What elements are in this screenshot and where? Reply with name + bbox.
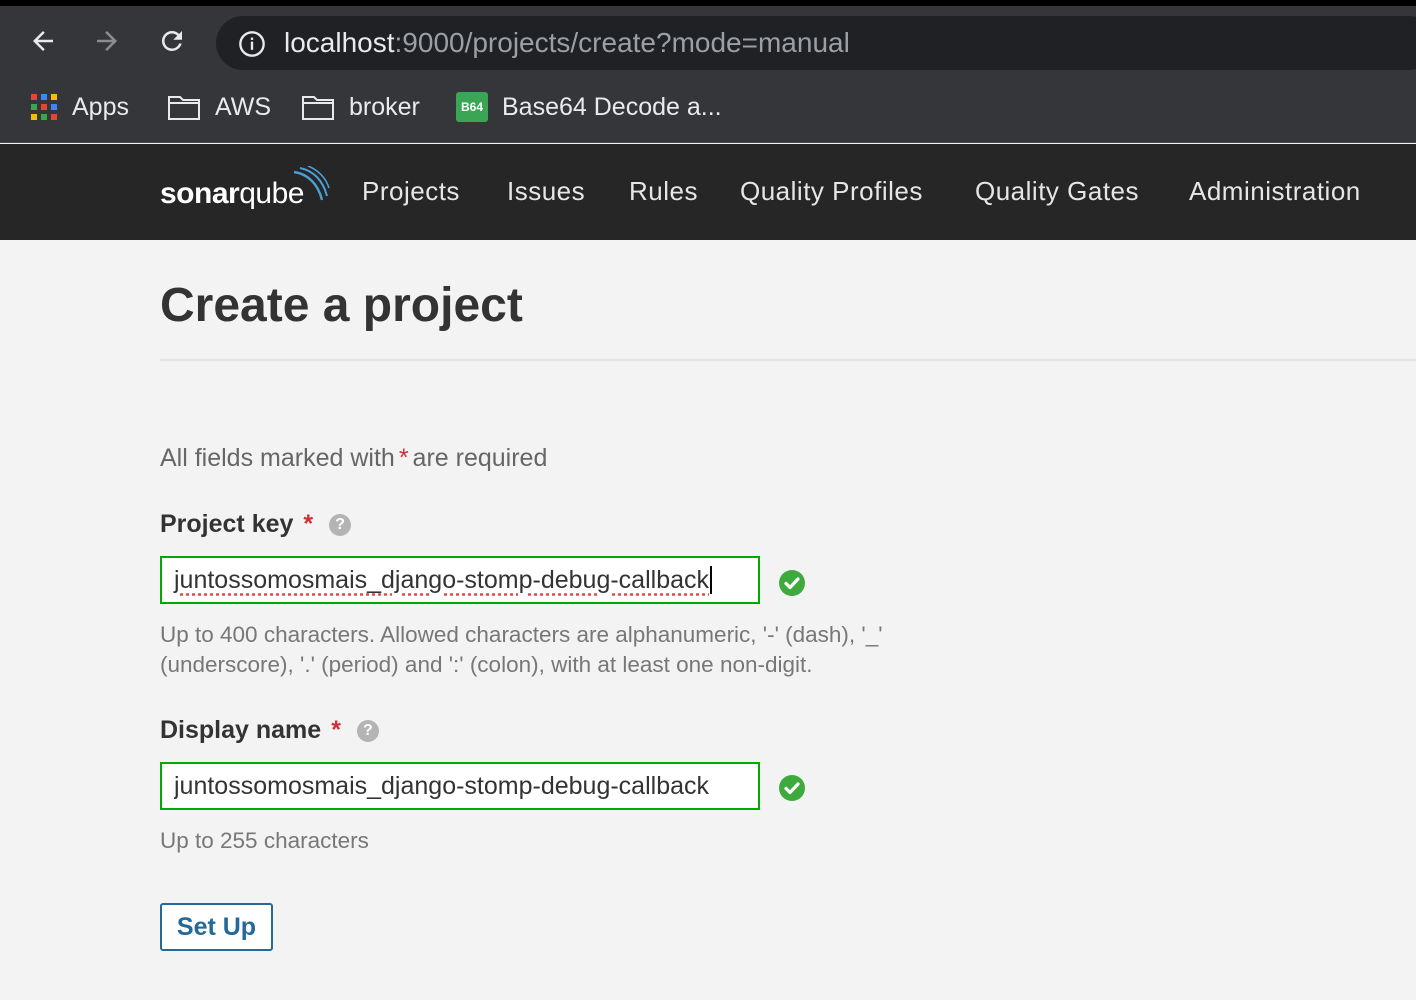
nav-rules[interactable]: Rules [629, 176, 698, 207]
display-name-input[interactable] [160, 762, 760, 810]
url-text: localhost:9000/projects/create?mode=manu… [284, 28, 850, 58]
bookmark-label: Apps [72, 92, 129, 121]
help-icon[interactable]: ? [329, 513, 352, 536]
bookmark-label: Base64 Decode a... [502, 92, 722, 121]
b64-icon: B64 [456, 92, 488, 122]
project-key-label: Project key * ? [160, 510, 352, 539]
forward-button[interactable] [90, 24, 124, 58]
nav-issues[interactable]: Issues [507, 176, 585, 207]
sonarqube-logo[interactable]: sonarqube [160, 166, 330, 212]
back-button[interactable] [26, 24, 60, 58]
apps-grid-icon [30, 93, 58, 121]
page-title: Create a project [160, 279, 523, 332]
sonarqube-navbar: sonarqube Projects Issues Rules Quality … [0, 144, 1416, 240]
bookmark-broker[interactable]: broker [301, 90, 420, 124]
nav-projects[interactable]: Projects [362, 176, 460, 207]
reload-icon [161, 30, 182, 51]
project-key-value: juntossomosmais_django-stomp-debug-callb… [174, 565, 709, 594]
address-bar[interactable]: localhost:9000/projects/create?mode=manu… [216, 16, 1416, 70]
bookmark-apps[interactable]: Apps [30, 90, 129, 124]
required-star: * [303, 510, 314, 538]
title-divider [160, 359, 1416, 361]
valid-check-icon [779, 775, 805, 801]
nav-quality-gates[interactable]: Quality Gates [975, 176, 1139, 207]
bookmark-aws[interactable]: AWS [167, 90, 271, 124]
bookmark-label: AWS [215, 92, 272, 121]
logo-text-bold: sonar [160, 177, 240, 210]
reload-button[interactable] [155, 24, 189, 58]
project-key-input[interactable]: juntossomosmais_django-stomp-debug-callb… [160, 556, 760, 604]
bookmarks-bar: Apps AWS broker B64 Base64 Decode a... [0, 76, 1416, 143]
project-key-hint: Up to 400 characters. Allowed characters… [160, 622, 883, 677]
sonar-waves-icon [293, 166, 330, 201]
arrow-right-icon [97, 31, 117, 51]
nav-quality-profiles[interactable]: Quality Profiles [740, 176, 923, 207]
url-path: :9000/projects/create?mode=manual [394, 27, 850, 58]
help-icon[interactable]: ? [356, 719, 379, 742]
required-star: * [398, 444, 409, 472]
text-cursor [710, 566, 712, 594]
project-key-label-text: Project key [160, 510, 294, 538]
set-up-button[interactable]: Set Up [160, 903, 273, 951]
required-note-text: All fields marked with [160, 444, 395, 472]
browser-toolbar: localhost:9000/projects/create?mode=manu… [0, 6, 1416, 76]
nav-administration[interactable]: Administration [1189, 176, 1361, 207]
bookmark-label: broker [349, 92, 420, 121]
bookmark-base64-decode[interactable]: B64 Base64 Decode a... [456, 90, 722, 124]
info-icon[interactable] [238, 30, 266, 58]
required-note-text: are required [412, 444, 548, 472]
folder-icon [167, 93, 201, 121]
required-star: * [331, 716, 341, 744]
arrow-left-icon [33, 31, 53, 51]
valid-check-icon [779, 570, 805, 596]
url-host: localhost [284, 27, 395, 58]
required-fields-note: All fields marked with * are required [160, 444, 547, 473]
folder-icon [301, 93, 335, 121]
display-name-hint: Up to 255 characters [160, 828, 369, 853]
display-name-label: Display name * ? [160, 716, 379, 745]
display-name-label-text: Display name [160, 716, 322, 744]
